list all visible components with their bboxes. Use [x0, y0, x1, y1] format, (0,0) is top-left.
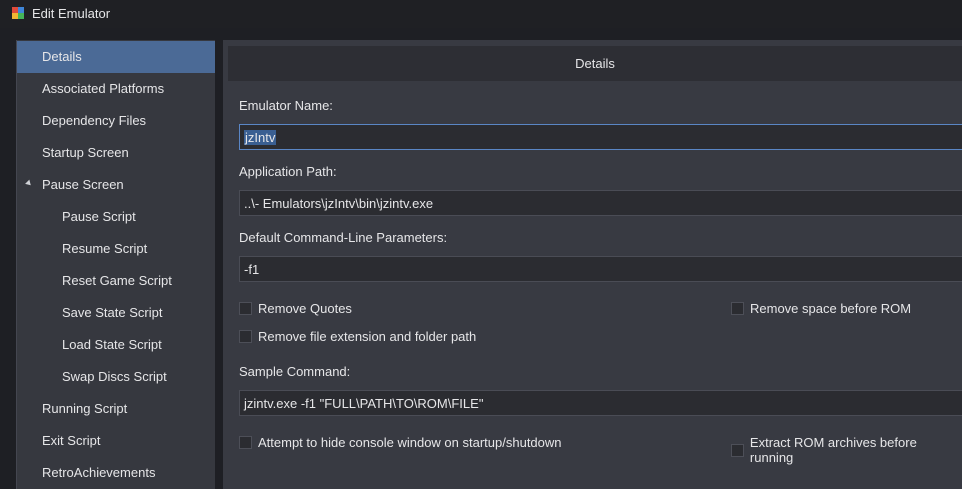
- application-path-value: ..\- Emulators\jzIntv\bin\jzintv.exe: [244, 196, 434, 211]
- cmdline-params-value: -f1: [244, 262, 260, 277]
- sidebar-item-label: Running Script: [42, 401, 128, 416]
- sidebar-item-label: Startup Screen: [42, 145, 129, 160]
- expand-arrow-icon[interactable]: [25, 179, 33, 188]
- sidebar-item-dependency-files[interactable]: Dependency Files: [17, 105, 215, 137]
- sidebar-item-reset-game-script[interactable]: Reset Game Script: [17, 265, 215, 297]
- title-bar: Edit Emulator: [0, 0, 962, 28]
- sidebar-item-label: Pause Screen: [42, 177, 124, 192]
- remove-extension-checkbox[interactable]: [239, 330, 252, 343]
- sidebar-item-load-state-script[interactable]: Load State Script: [17, 329, 215, 361]
- panel-header-title: Details: [575, 56, 615, 71]
- hide-console-label: Attempt to hide console window on startu…: [258, 435, 562, 450]
- sidebar-item-pause-screen[interactable]: Pause Screen: [17, 169, 215, 201]
- app-icon: [12, 7, 24, 19]
- sidebar-item-pause-script[interactable]: Pause Script: [17, 201, 215, 233]
- sidebar-item-label: RetroAchievements: [42, 465, 156, 480]
- remove-quotes-checkbox[interactable]: [239, 302, 252, 315]
- remove-space-option[interactable]: Remove space before ROM: [731, 301, 911, 316]
- sidebar-item-resume-script[interactable]: Resume Script: [17, 233, 215, 265]
- window-title: Edit Emulator: [32, 6, 111, 21]
- hide-console-option[interactable]: Attempt to hide console window on startu…: [239, 435, 562, 450]
- sidebar-item-label: Associated Platforms: [42, 81, 165, 96]
- remove-space-checkbox[interactable]: [731, 302, 744, 315]
- sidebar-item-label: Save State Script: [62, 305, 163, 320]
- sidebar-item-exit-script[interactable]: Exit Script: [17, 425, 215, 457]
- cmdline-params-label: Default Command-Line Parameters:: [239, 230, 448, 245]
- sidebar-item-details[interactable]: Details: [17, 41, 215, 73]
- details-panel: Details Emulator Name: jzIntv Applicatio…: [223, 40, 962, 489]
- extract-rom-option[interactable]: Extract ROM archives before running: [731, 435, 962, 465]
- remove-extension-label: Remove file extension and folder path: [258, 329, 477, 344]
- emulator-name-label: Emulator Name:: [239, 98, 333, 113]
- sidebar-item-label: Dependency Files: [42, 113, 147, 128]
- sidebar-item-save-state-script[interactable]: Save State Script: [17, 297, 215, 329]
- sample-command-label: Sample Command:: [239, 364, 351, 379]
- sample-command-value: jzintv.exe -f1 "FULL\PATH\TO\ROM\FILE": [244, 396, 484, 411]
- application-path-field[interactable]: ..\- Emulators\jzIntv\bin\jzintv.exe: [239, 190, 962, 216]
- sidebar-item-label: Pause Script: [62, 209, 136, 224]
- sidebar-item-label: Details: [42, 49, 82, 64]
- sidebar-item-label: Load State Script: [62, 337, 162, 352]
- remove-quotes-option[interactable]: Remove Quotes: [239, 301, 352, 316]
- remove-extension-option[interactable]: Remove file extension and folder path: [239, 329, 476, 344]
- sidebar-item-associated-platforms[interactable]: Associated Platforms: [17, 73, 215, 105]
- sidebar-item-label: Swap Discs Script: [62, 369, 167, 384]
- sidebar-item-swap-discs-script[interactable]: Swap Discs Script: [17, 361, 215, 393]
- application-path-label: Application Path:: [239, 164, 337, 179]
- extract-rom-checkbox[interactable]: [731, 443, 744, 457]
- extract-rom-label: Extract ROM archives before running: [749, 435, 917, 465]
- remove-space-label: Remove space before ROM: [750, 301, 912, 316]
- sidebar-item-startup-screen[interactable]: Startup Screen: [17, 137, 215, 169]
- cmdline-params-field[interactable]: -f1: [239, 256, 962, 282]
- emulator-name-field[interactable]: jzIntv: [239, 124, 962, 150]
- sidebar-item-label: Reset Game Script: [62, 273, 172, 288]
- sidebar-item-label: Exit Script: [42, 433, 101, 448]
- sample-command-field[interactable]: jzintv.exe -f1 "FULL\PATH\TO\ROM\FILE": [239, 390, 962, 416]
- panel-header: Details: [228, 46, 962, 81]
- sidebar-item-retroachievements[interactable]: RetroAchievements: [17, 457, 215, 489]
- hide-console-checkbox[interactable]: [239, 436, 252, 449]
- remove-quotes-label: Remove Quotes: [258, 301, 352, 316]
- sidebar-item-running-script[interactable]: Running Script: [17, 393, 215, 425]
- emulator-name-value: jzIntv: [244, 130, 277, 145]
- sidebar-item-label: Resume Script: [62, 241, 148, 256]
- sidebar: Details Associated Platforms Dependency …: [16, 40, 215, 489]
